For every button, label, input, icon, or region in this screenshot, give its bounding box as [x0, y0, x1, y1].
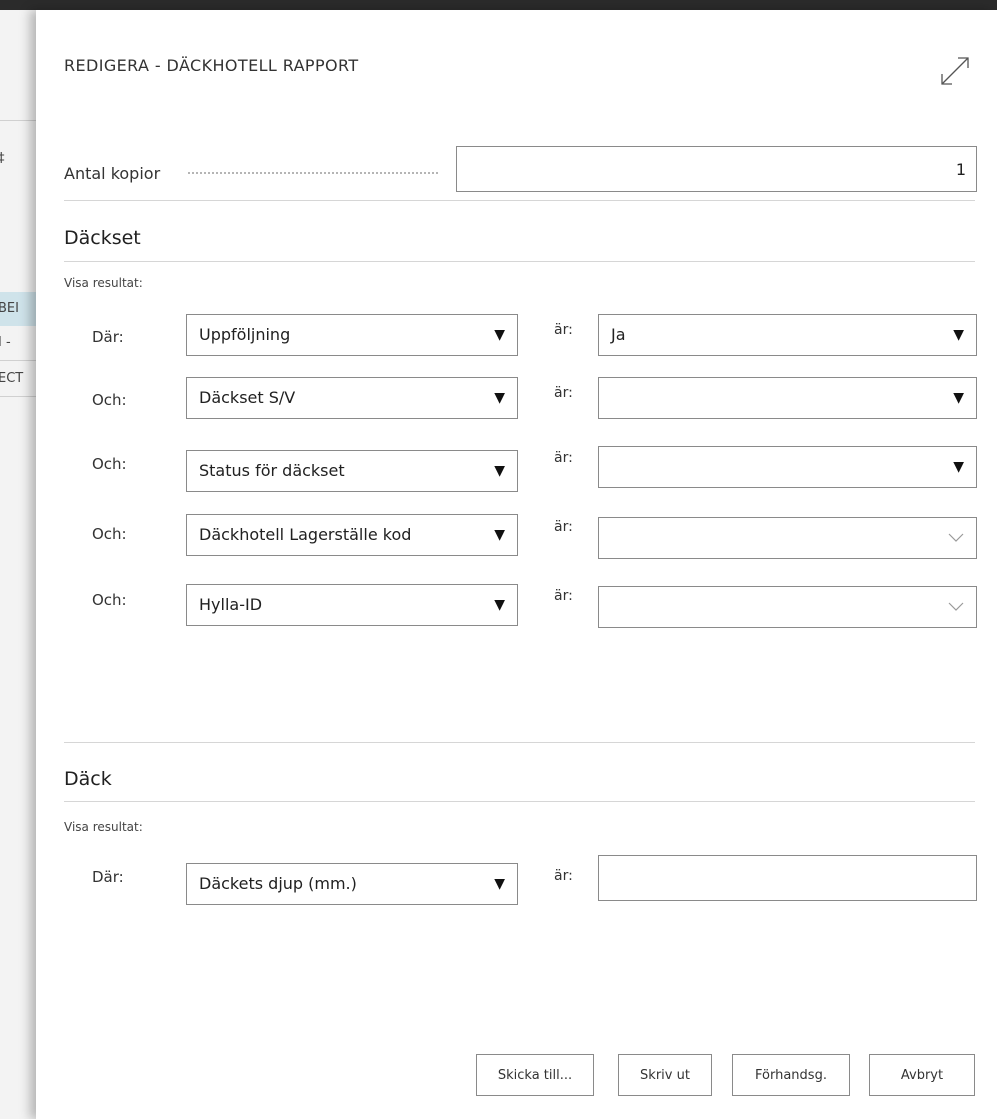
divider [64, 801, 975, 802]
is-label: är: [554, 322, 573, 338]
is-label: är: [554, 588, 573, 604]
filter-field-value: Däckset S/V [199, 388, 296, 407]
filter-value-lookup[interactable] [598, 517, 977, 559]
field-leader-dots [188, 172, 438, 176]
filter-value: Ja [611, 325, 626, 344]
filter-field-select[interactable]: Däckets djup (mm.) ▼ [186, 863, 518, 905]
filter-value-lookup[interactable] [598, 586, 977, 628]
filter-field-value: Däckets djup (mm.) [199, 874, 357, 893]
filter-value-input[interactable] [598, 855, 977, 901]
filter-connector: Där: [92, 868, 124, 886]
dropdown-arrow-icon: ▼ [953, 327, 964, 343]
filter-field-select[interactable]: Status för däckset ▼ [186, 450, 518, 492]
is-label: är: [554, 868, 573, 884]
filter-value-select[interactable]: Ja ▼ [598, 314, 977, 356]
is-label: är: [554, 519, 573, 535]
filter-field-value: Däckhotell Lagerställe kod [199, 525, 412, 544]
chevron-down-icon [948, 533, 964, 542]
report-request-dialog: REDIGERA - DÄCKHOTELL RAPPORT Antal kopi… [36, 10, 997, 1119]
dropdown-arrow-icon: ▼ [494, 597, 505, 613]
filter-connector: Och: [92, 525, 127, 543]
filter-connector: Där: [92, 328, 124, 346]
filter-field-select[interactable]: Däckhotell Lagerställe kod ▼ [186, 514, 518, 556]
dropdown-arrow-icon: ▼ [494, 327, 505, 343]
copies-label: Antal kopior [64, 164, 161, 183]
filter-field-value: Uppföljning [199, 325, 291, 344]
filter-field-select[interactable]: Däckset S/V ▼ [186, 377, 518, 419]
chevron-down-icon [948, 602, 964, 611]
is-label: är: [554, 385, 573, 401]
dropdown-arrow-icon: ▼ [953, 390, 964, 406]
section-heading-dack: Däck [64, 768, 112, 790]
print-button[interactable]: Skriv ut [618, 1054, 712, 1096]
dropdown-arrow-icon: ▼ [494, 463, 505, 479]
background-text-fragment: ECT [0, 371, 24, 386]
divider [0, 360, 36, 361]
filter-connector: Och: [92, 455, 127, 473]
filter-field-value: Hylla-ID [199, 595, 263, 614]
copies-input[interactable]: 1 [456, 146, 977, 192]
is-label: är: [554, 450, 573, 466]
section-heading-dackset: Däckset [64, 227, 141, 249]
preview-button[interactable]: Förhandsg. [732, 1054, 850, 1096]
divider [0, 396, 36, 397]
cancel-button[interactable]: Avbryt [869, 1054, 975, 1096]
expand-icon[interactable] [938, 54, 972, 88]
background-page-strip: ‡ BEI I - ECT [0, 10, 36, 1119]
dropdown-arrow-icon: ▼ [953, 459, 964, 475]
show-results-label: Visa resultat: [64, 820, 143, 834]
filter-value-select[interactable]: ▼ [598, 377, 977, 419]
divider [64, 742, 975, 743]
filter-field-select[interactable]: Hylla-ID ▼ [186, 584, 518, 626]
divider [0, 120, 36, 121]
dropdown-arrow-icon: ▼ [494, 876, 505, 892]
dialog-title: REDIGERA - DÄCKHOTELL RAPPORT [64, 56, 359, 75]
filter-connector: Och: [92, 391, 127, 409]
filter-connector: Och: [92, 591, 127, 609]
send-to-button[interactable]: Skicka till... [476, 1054, 594, 1096]
filter-value-select[interactable]: ▼ [598, 446, 977, 488]
divider [64, 200, 975, 201]
show-results-label: Visa resultat: [64, 276, 143, 290]
copies-value: 1 [955, 160, 966, 179]
dropdown-arrow-icon: ▼ [494, 527, 505, 543]
filter-field-value: Status för däckset [199, 461, 345, 480]
divider [64, 261, 975, 262]
dropdown-arrow-icon: ▼ [494, 390, 505, 406]
window-top-bar [0, 0, 997, 10]
background-text-fragment: BEI [0, 292, 36, 326]
background-text-fragment: I - [0, 335, 11, 350]
background-text-fragment: ‡ [0, 142, 36, 176]
filter-field-select[interactable]: Uppföljning ▼ [186, 314, 518, 356]
